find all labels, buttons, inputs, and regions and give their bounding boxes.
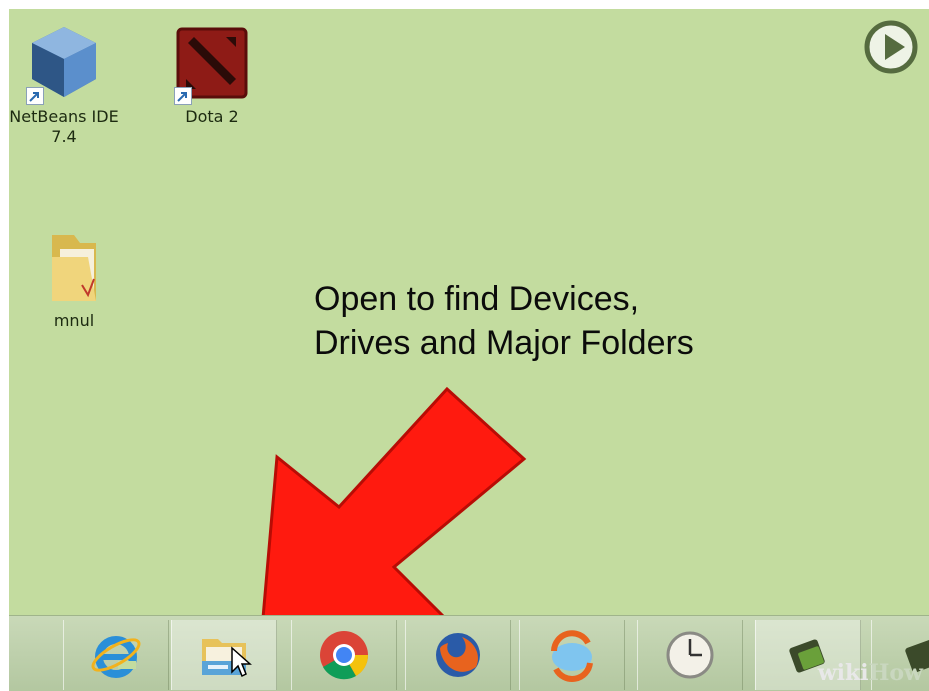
desktop-icon-label: mnul: [53, 311, 95, 330]
desktop-icon-label: NetBeans IDE: [9, 107, 119, 126]
desktop-icon-label: Dota 2: [185, 107, 239, 126]
desktop-icon-folder[interactable]: mnul: [19, 227, 129, 331]
shortcut-arrow-icon: [26, 87, 44, 105]
instruction-text: Open to find Devices, Drives and Major F…: [314, 277, 834, 365]
taskbar-firefox[interactable]: [405, 620, 511, 690]
taskbar-internet-explorer[interactable]: [63, 620, 169, 690]
taskbar-clock[interactable]: [637, 620, 743, 690]
clock-icon: [666, 631, 714, 679]
chrome-icon: [320, 631, 369, 680]
mouse-cursor-icon: [231, 646, 252, 678]
taskbar-chrome[interactable]: [291, 620, 397, 690]
instruction-line-1: Open to find Devices,: [314, 280, 640, 318]
shortcut-arrow-icon: [174, 87, 192, 105]
taskbar: wikiHow: [9, 615, 929, 691]
instruction-line-2: Drives and Major Folders: [314, 324, 694, 362]
taskbar-file-explorer[interactable]: [171, 620, 277, 690]
taskbar-sync[interactable]: [519, 620, 625, 690]
desktop-icon-dota2[interactable]: Dota 2: [157, 23, 267, 127]
desktop-icon-label-line2: 7.4: [51, 127, 77, 146]
wikihow-watermark: wikiHow: [817, 660, 923, 686]
desktop: NetBeans IDE 7.4 Dota 2 mnul Open to fin…: [9, 9, 929, 691]
play-icon[interactable]: [863, 19, 919, 75]
firefox-icon: [436, 633, 480, 677]
internet-explorer-icon: [91, 636, 141, 678]
desktop-icon-netbeans[interactable]: NetBeans IDE 7.4: [9, 23, 119, 147]
folder-icon: [52, 235, 96, 301]
sync-icon: [551, 630, 593, 682]
